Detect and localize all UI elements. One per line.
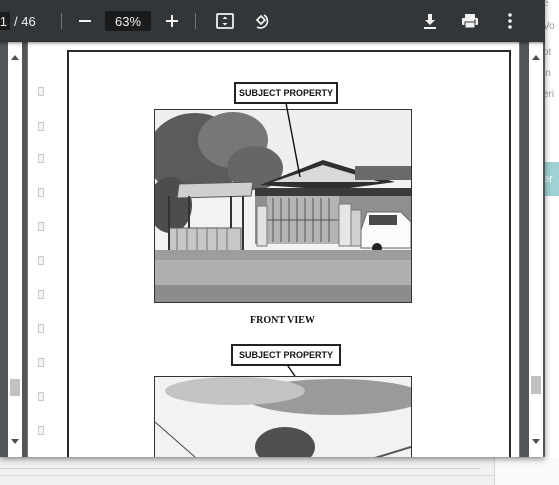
toolbar-divider <box>195 13 196 29</box>
scroll-up-arrow-icon[interactable] <box>529 50 543 64</box>
rotate-icon[interactable] <box>250 0 272 42</box>
background-divider <box>0 458 480 469</box>
left-scrollbar[interactable] <box>8 42 22 457</box>
front-view-caption: FRONT VIEW <box>250 315 315 326</box>
scroll-thumb[interactable] <box>531 376 541 394</box>
pdf-page: SUBJECT PROPERTY FRONT VIEW SUBJECT PROP… <box>27 42 520 457</box>
pdf-toolbar: 1 / 46 63% <box>0 0 545 42</box>
scroll-down-arrow-icon[interactable] <box>8 435 22 449</box>
scroll-down-arrow-icon[interactable] <box>529 435 543 449</box>
fit-to-page-icon[interactable] <box>214 0 236 42</box>
page-number-input[interactable]: 1 <box>0 12 10 30</box>
subject-property-label: SUBJECT PROPERTY <box>231 344 341 366</box>
second-property-photo <box>154 376 412 457</box>
zoom-level-field[interactable]: 63% <box>105 11 151 31</box>
download-icon[interactable] <box>419 0 441 42</box>
right-scrollbar[interactable] <box>529 42 543 457</box>
scroll-thumb[interactable] <box>10 379 20 396</box>
plus-icon[interactable] <box>162 0 182 42</box>
scroll-up-arrow-icon[interactable] <box>8 50 22 64</box>
minus-icon[interactable] <box>75 0 95 42</box>
background-divider <box>0 475 559 476</box>
page-total: / 46 <box>14 13 36 29</box>
pdf-viewer: 1 / 46 63% SUBJECT PROPERTY FRONT VIEW S… <box>0 0 545 457</box>
more-vert-icon[interactable] <box>500 0 520 42</box>
toolbar-divider <box>61 13 62 29</box>
background-panel <box>494 458 559 485</box>
print-icon[interactable] <box>458 0 482 42</box>
